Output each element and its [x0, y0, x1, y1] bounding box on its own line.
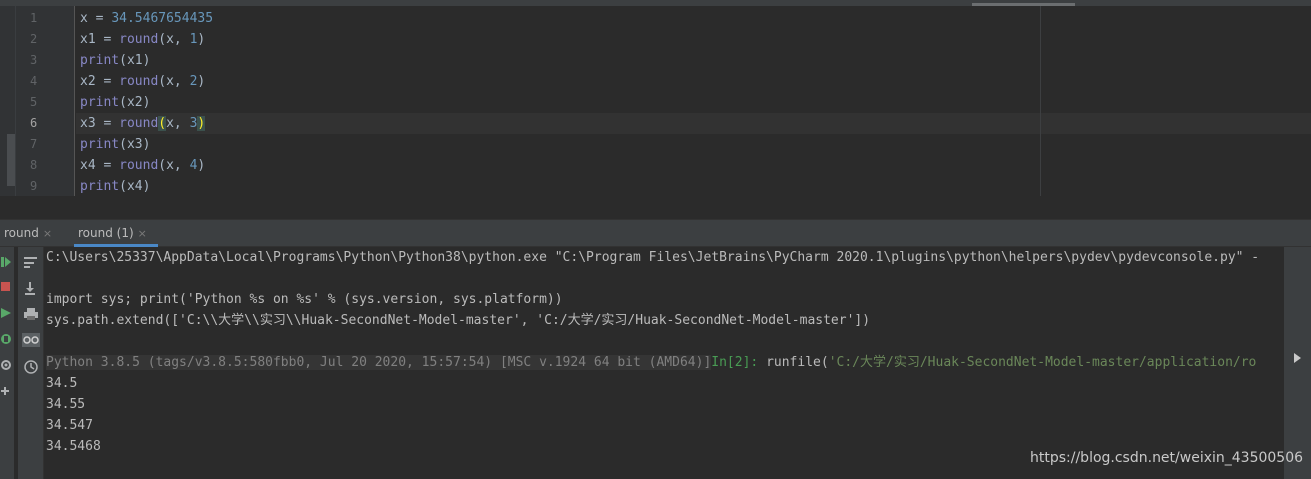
run-icon[interactable]: [0, 307, 12, 319]
console-banner-line: Python 3.8.5 (tags/v3.8.5:580fbb0, Jul 2…: [46, 352, 1256, 373]
code-token: (x2): [119, 95, 151, 110]
debug-icon[interactable]: [0, 333, 12, 345]
code-area[interactable]: x = 34.5467654435 x1 = round(x, 1) print(x…: [76, 8, 1040, 197]
line-number: 5: [30, 95, 38, 109]
line-number: 1: [30, 11, 38, 25]
code-token: print: [80, 137, 120, 152]
code-token: (x1): [119, 53, 151, 68]
code-token: (x,: [158, 158, 190, 173]
code-token: (x3): [119, 137, 151, 152]
code-token: round: [119, 74, 159, 89]
code-line[interactable]: print(x1): [76, 50, 1040, 71]
code-token: (x4): [119, 179, 151, 194]
code-token: =: [95, 32, 120, 47]
stop-icon[interactable]: [0, 281, 12, 293]
console-output-line: 34.547: [46, 418, 93, 433]
gutter-stripe: [0, 6, 16, 196]
line-number: 4: [30, 74, 38, 88]
code-token: print: [80, 95, 120, 110]
expand-arrow-icon[interactable]: [1294, 353, 1301, 363]
close-icon[interactable]: ×: [138, 227, 147, 240]
print-icon[interactable]: [23, 307, 39, 321]
code-line[interactable]: x = 34.5467654435: [76, 8, 1040, 29]
code-token: x3: [80, 116, 96, 131]
console-tab-round-1[interactable]: round (1) ×: [74, 220, 158, 247]
console-command-line: C:\Users\25337\AppData\Local\Programs\Py…: [46, 250, 1260, 265]
rerun-icon[interactable]: [0, 255, 12, 269]
code-token: x: [80, 11, 88, 26]
runfile-path: 'C:/大学/实习/Huak-SecondNet-Model-master/ap…: [828, 355, 1257, 370]
python-console-output[interactable]: C:\Users\25337\AppData\Local\Programs\Py…: [45, 247, 1284, 479]
watermark: https://blog.csdn.net/weixin_43500506: [1030, 450, 1304, 466]
code-token: =: [95, 74, 120, 89]
runfile-call: runfile(: [766, 355, 829, 370]
console-output-line: 34.5468: [46, 439, 101, 454]
console-tab-label: round (1): [78, 226, 134, 240]
code-token: print: [80, 53, 120, 68]
console-run-toolbar: [0, 247, 14, 479]
code-token: 34.5467654435: [111, 11, 214, 26]
line-numbers: 1 2 3 4 5 6 7 8 9: [16, 8, 74, 197]
code-line[interactable]: print(x3): [76, 134, 1040, 155]
line-number: 6: [30, 116, 38, 130]
code-token: round: [119, 32, 159, 47]
code-line[interactable]: print(x4): [76, 176, 1040, 197]
console-output-line: 34.5: [46, 376, 78, 391]
console-tab-round[interactable]: round ×: [0, 220, 52, 247]
line-number: 2: [30, 32, 38, 46]
code-token: =: [95, 116, 120, 131]
close-icon[interactable]: ×: [43, 227, 52, 240]
code-line[interactable]: x1 = round(x, 1): [76, 29, 1040, 50]
code-token: (x,: [158, 32, 190, 47]
console-tab-label: round: [4, 226, 39, 240]
code-token: (x,: [158, 74, 190, 89]
line-number: 9: [30, 179, 38, 193]
console-import-line: import sys; print('Python %s on %s' % (s…: [46, 292, 563, 307]
console-path-line: sys.path.extend(['C:\\大学\\实习\\Huak-Secon…: [46, 313, 871, 328]
code-token: (: [158, 116, 167, 131]
scroll-to-end-icon[interactable]: [23, 281, 39, 295]
code-token: =: [87, 11, 112, 26]
line-number: 3: [30, 53, 38, 67]
code-token: print: [80, 179, 120, 194]
code-line[interactable]: x3 = round(x, 3): [76, 113, 1040, 134]
python-banner: Python 3.8.5 (tags/v3.8.5:580fbb0, Jul 2…: [46, 355, 712, 370]
code-token: round: [119, 158, 159, 173]
code-token: =: [95, 158, 120, 173]
change-marker: [7, 134, 15, 186]
code-line[interactable]: x4 = round(x, 4): [76, 155, 1040, 176]
editor-gutter: 1 2 3 4 5 6 7 8 9: [0, 6, 75, 196]
gear-icon[interactable]: [0, 359, 12, 371]
code-token: ): [197, 74, 206, 89]
soft-wrap-icon[interactable]: [23, 255, 39, 269]
code-line[interactable]: print(x2): [76, 92, 1040, 113]
console-tab-bar: round × round (1) ×: [0, 220, 1311, 247]
line-number: 8: [30, 158, 38, 172]
panel-splitter[interactable]: [0, 196, 1311, 220]
code-token: x2: [80, 74, 96, 89]
code-editor[interactable]: 123456789 x = 34.5467654435 x1 = round(x,…: [0, 6, 1311, 196]
plus-icon[interactable]: [0, 385, 12, 397]
code-token: x1: [80, 32, 96, 47]
code-token: round: [119, 116, 159, 131]
code-token: ): [197, 32, 206, 47]
history-icon[interactable]: [23, 359, 39, 375]
console-scrollbar[interactable]: [1284, 247, 1311, 479]
console-prompt: In[2]:: [711, 355, 767, 370]
code-token: ): [197, 158, 206, 173]
console-output-line: 34.55: [46, 397, 86, 412]
show-variables-icon[interactable]: [22, 333, 40, 347]
code-token: x,: [166, 116, 190, 131]
code-token: ): [197, 116, 206, 131]
console-output-toolbar: [18, 247, 44, 479]
right-margin-guide: [1040, 6, 1041, 196]
code-token: x4: [80, 158, 96, 173]
code-line[interactable]: x2 = round(x, 2): [76, 71, 1040, 92]
line-number: 7: [30, 137, 38, 151]
